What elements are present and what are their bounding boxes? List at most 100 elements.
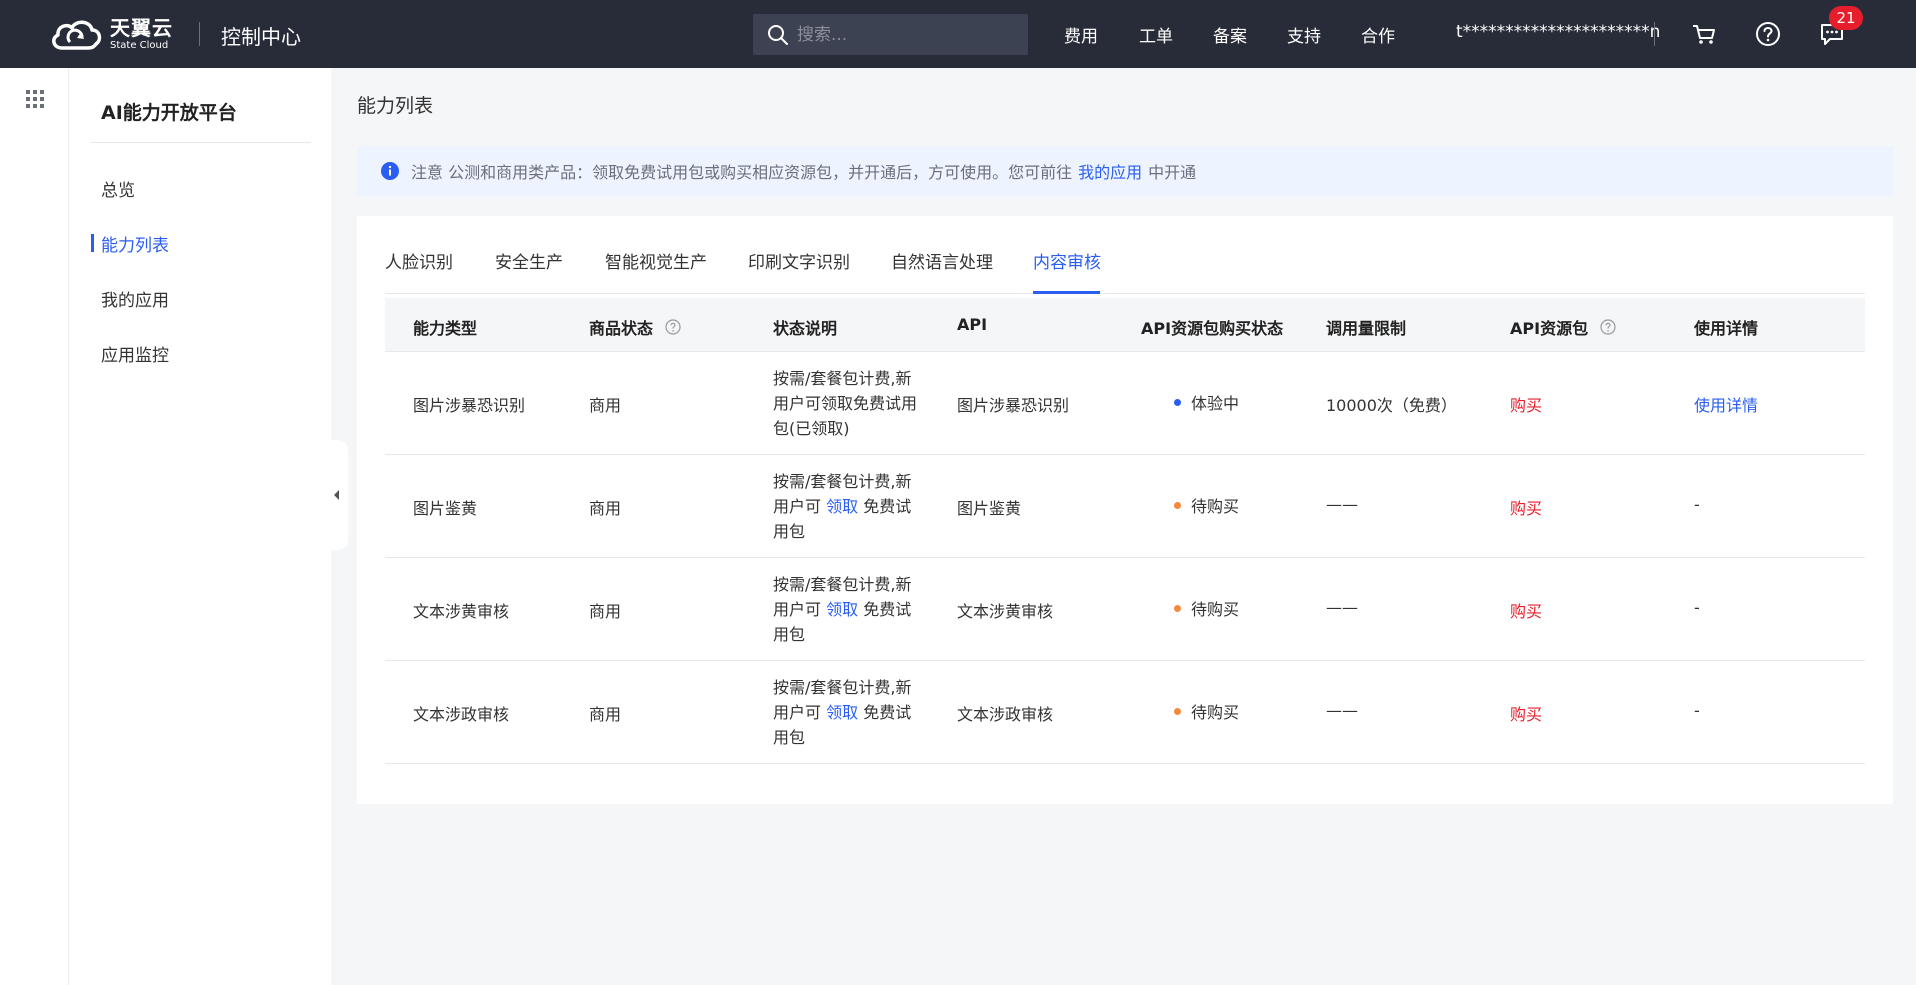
sidebar-divider (90, 142, 311, 143)
cell-type: 文本涉政审核 (413, 705, 510, 724)
tab-safety-production[interactable]: 安全生产 (495, 248, 563, 273)
question-icon[interactable] (1600, 319, 1616, 335)
tab-content-moderation[interactable]: 内容审核 (1033, 248, 1101, 273)
sidebar-title: AI能力开放平台 (101, 102, 237, 124)
search-icon (768, 24, 788, 45)
column-header-product-status: 商品状态 (589, 315, 681, 339)
buy-link[interactable]: 购买 (1510, 495, 1542, 519)
column-header-api-package: API资源包 (1510, 315, 1616, 339)
column-header: 调用量限制 (1326, 319, 1407, 338)
nav-filing[interactable]: 备案 (1213, 22, 1247, 47)
claim-link[interactable]: 领取 (826, 600, 858, 619)
cell-api: 图片鉴黄 (957, 499, 1022, 518)
sidebar-item-capability-list[interactable]: 能力列表 (101, 231, 169, 256)
column-header: API资源包购买状态 (1141, 319, 1284, 338)
cell-limit: —— (1326, 495, 1358, 514)
status-text: 待购买 (1191, 600, 1240, 619)
table-row: 文本涉政审核 商用 按需/套餐包计费,新用户可 领取 免费试用包 文本涉政审核 … (385, 661, 1865, 764)
column-header-label: 商品状态 (589, 319, 654, 338)
help-icon[interactable] (1754, 20, 1782, 48)
sidebar-item-overview[interactable]: 总览 (101, 176, 135, 201)
cell-desc-text: 按需/套餐包计费,新用户可领取免费试用包(已领取) (773, 369, 918, 438)
tab-ocr[interactable]: 印刷文字识别 (748, 248, 850, 273)
table-row: 文本涉黄审核 商用 按需/套餐包计费,新用户可 领取 免费试用包 文本涉黄审核 … (385, 558, 1865, 661)
cell-api: 文本涉黄审核 (957, 602, 1054, 621)
column-header: 状态说明 (773, 319, 838, 338)
cell-api: 图片涉暴恐识别 (957, 396, 1070, 415)
notice-my-apps-link[interactable]: 我的应用 (1078, 159, 1142, 183)
status-dot (1174, 605, 1181, 612)
claim-link[interactable]: 领取 (826, 703, 858, 722)
cell-purchase-status: 待购买 (1174, 596, 1239, 620)
console-title[interactable]: 控制中心 (221, 21, 301, 50)
cell-purchase-status: 待购买 (1174, 699, 1239, 723)
notice-banner: 注意 公测和商用类产品：领取免费试用包或购买相应资源包，并开通后，方可使用。您可… (357, 146, 1893, 196)
nav-support[interactable]: 支持 (1287, 22, 1321, 47)
tab-smart-vision[interactable]: 智能视觉生产 (605, 248, 707, 273)
buy-link[interactable]: 购买 (1510, 392, 1542, 416)
cloud-logo-icon (52, 20, 102, 50)
notice-suffix: 中开通 (1148, 163, 1197, 182)
status-dot (1174, 399, 1181, 406)
table-header: 能力类型 商品状态 状态说明 API API资源包购买状态 调用量限制 API资… (385, 298, 1865, 352)
sidebar-item-app-monitor[interactable]: 应用监控 (101, 341, 169, 366)
cell-limit: —— (1326, 598, 1358, 617)
buy-link[interactable]: 购买 (1510, 701, 1542, 725)
buy-link[interactable]: 购买 (1510, 598, 1542, 622)
capability-card: 人脸识别 安全生产 智能视觉生产 印刷文字识别 自然语言处理 内容审核 能力类型… (357, 216, 1893, 804)
nav-ticket[interactable]: 工单 (1139, 22, 1173, 47)
cell-type: 文本涉黄审核 (413, 602, 510, 621)
cell-detail: - (1694, 495, 1700, 514)
column-header: 能力类型 (413, 319, 478, 338)
logo[interactable]: 天翼云 State Cloud (48, 16, 173, 52)
active-tab-indicator (1033, 291, 1100, 294)
cell-limit: 10000次（免费） (1326, 396, 1457, 415)
cell-type: 图片涉暴恐识别 (413, 396, 526, 415)
cell-desc: 按需/套餐包计费,新用户可 领取 免费试用包 (773, 469, 923, 544)
cell-type: 图片鉴黄 (413, 499, 478, 518)
column-header: 使用详情 (1694, 319, 1759, 338)
cart-icon[interactable] (1690, 20, 1718, 48)
cell-detail: - (1694, 701, 1700, 720)
tab-nlp[interactable]: 自然语言处理 (891, 248, 993, 273)
cell-desc: 按需/套餐包计费,新用户可 领取 免费试用包 (773, 675, 923, 750)
table-row: 图片涉暴恐识别 商用 按需/套餐包计费,新用户可领取免费试用包(已领取) 图片涉… (385, 352, 1865, 455)
cell-detail: - (1694, 598, 1700, 617)
status-text: 待购买 (1191, 703, 1240, 722)
tab-face-recognition[interactable]: 人脸识别 (385, 248, 453, 273)
nav-partner[interactable]: 合作 (1361, 22, 1395, 47)
cell-status: 商用 (589, 705, 622, 724)
search-input[interactable] (797, 24, 1017, 45)
search-box[interactable] (753, 14, 1028, 55)
cell-status: 商用 (589, 396, 622, 415)
top-header: 天翼云 State Cloud 控制中心 费用 工单 备案 支持 合作 t***… (0, 0, 1916, 68)
cell-purchase-status: 体验中 (1174, 390, 1239, 414)
question-icon[interactable] (665, 319, 681, 335)
column-header-label: API资源包 (1510, 319, 1589, 338)
notice-text: 注意 公测和商用类产品：领取免费试用包或购买相应资源包，并开通后，方可使用。您可… (411, 163, 1073, 182)
claim-link[interactable]: 领取 (826, 497, 858, 516)
cell-purchase-status: 待购买 (1174, 493, 1239, 517)
cell-api: 文本涉政审核 (957, 705, 1054, 724)
info-icon (381, 162, 399, 180)
category-tabs: 人脸识别 安全生产 智能视觉生产 印刷文字识别 自然语言处理 内容审核 (385, 248, 1865, 294)
sidebar-item-my-apps[interactable]: 我的应用 (101, 286, 169, 311)
cell-desc: 按需/套餐包计费,新用户可 领取 免费试用包 (773, 572, 923, 647)
logo-subtext: State Cloud (110, 39, 169, 51)
app-grid-icon[interactable] (25, 89, 45, 109)
status-text: 待购买 (1191, 497, 1240, 516)
header-divider-right (1654, 22, 1655, 46)
chevron-left-icon (334, 490, 339, 500)
usage-detail-link[interactable]: 使用详情 (1694, 392, 1758, 416)
page-title: 能力列表 (357, 95, 434, 117)
status-text: 体验中 (1191, 394, 1240, 413)
nav-fee[interactable]: 费用 (1064, 22, 1098, 47)
user-account[interactable]: t**********************n (1456, 22, 1660, 42)
sidebar-collapse-toggle[interactable] (326, 440, 348, 550)
logo-text: 天翼云 (110, 15, 173, 40)
left-rail (0, 68, 69, 985)
cell-desc: 按需/套餐包计费,新用户可领取免费试用包(已领取) (773, 366, 923, 441)
header-divider (199, 22, 200, 46)
status-dot (1174, 708, 1181, 715)
cell-status: 商用 (589, 602, 622, 621)
